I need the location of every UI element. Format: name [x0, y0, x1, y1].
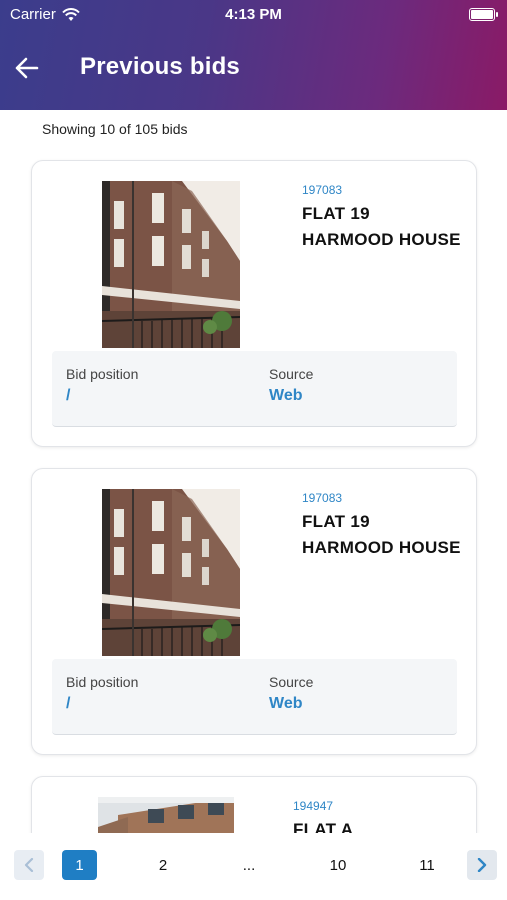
page-ellipsis: ... — [242, 856, 256, 874]
bid-position: Bid position / — [66, 674, 138, 713]
back-button[interactable] — [14, 55, 40, 81]
bid-position-value: / — [66, 387, 71, 404]
page-title: Previous bids — [80, 53, 240, 80]
property-photo — [102, 181, 240, 348]
page-button-2[interactable]: 2 — [148, 850, 178, 880]
page-button-11[interactable]: 11 — [412, 850, 442, 880]
property-address: FLAT 19 HARMOOD HOUSE — [302, 512, 461, 557]
bid-position-label: Bid position — [66, 366, 139, 382]
source-value: Web — [269, 387, 303, 404]
bid-card[interactable]: 197083 FLAT 19 HARMOOD HOUSE Bid positio… — [31, 468, 477, 755]
results-summary: Showing 10 of 105 bids — [42, 121, 188, 137]
chevron-right-icon — [477, 858, 487, 872]
arrow-left-icon — [15, 57, 39, 79]
bid-reference: 197083 — [302, 183, 343, 197]
page-button-10[interactable]: 10 — [323, 850, 353, 880]
bid-reference: 194947 — [293, 799, 334, 813]
property-photo — [102, 489, 240, 656]
status-bar: Carrier 4:13 PM — [0, 0, 507, 30]
bid-position-value: / — [66, 695, 71, 712]
app-header: Carrier 4:13 PM Previous bids — [0, 0, 507, 110]
bid-source: Source Web — [269, 674, 313, 713]
bid-position-label: Bid position — [66, 674, 139, 690]
bid-info-panel: Bid position / Source Web — [52, 659, 457, 735]
battery-icon — [469, 8, 498, 21]
page-button-1[interactable]: 1 — [62, 850, 97, 880]
source-label: Source — [269, 366, 314, 382]
bid-reference: 197083 — [302, 491, 343, 505]
bid-card[interactable]: 197083 FLAT 19 HARMOOD HOUSE Bid positio… — [31, 160, 477, 447]
source-value: Web — [269, 695, 303, 712]
bid-info-panel: Bid position / Source Web — [52, 351, 457, 427]
source-label: Source — [269, 674, 314, 690]
next-page-button[interactable] — [467, 850, 497, 880]
bid-source: Source Web — [269, 366, 313, 405]
chevron-left-icon — [24, 858, 34, 872]
bid-position: Bid position / — [66, 366, 138, 405]
property-address: FLAT 19 HARMOOD HOUSE — [302, 204, 461, 249]
clock: 4:13 PM — [225, 6, 282, 23]
previous-page-button[interactable] — [14, 850, 44, 880]
pagination: 1 2 ... 10 11 — [0, 833, 507, 900]
